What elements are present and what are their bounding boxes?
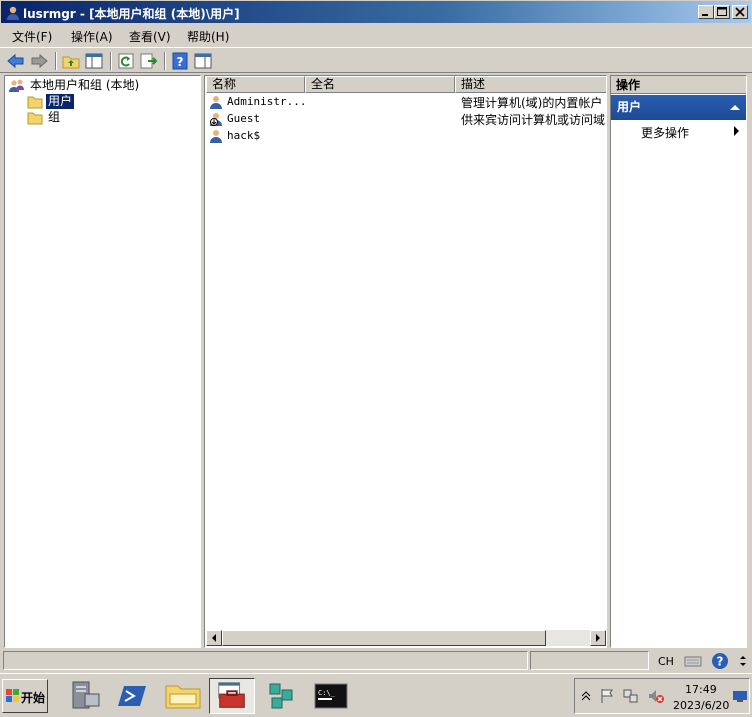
triangle-right-icon	[596, 634, 600, 642]
collapse-caret-icon[interactable]	[730, 103, 740, 111]
properties-icon[interactable]	[193, 52, 213, 70]
svg-text:?: ?	[717, 655, 724, 669]
disabled-user-icon	[210, 113, 222, 126]
folder-icon	[27, 112, 43, 125]
keyboard-icon[interactable]	[684, 653, 702, 669]
menu-action[interactable]: 操作(A)	[71, 28, 113, 45]
window-title: lusrmgr - [本地用户和组 (本地)\用户]	[23, 7, 240, 21]
maximize-button[interactable]	[714, 5, 730, 19]
list-item[interactable]: hack$	[207, 128, 605, 145]
scroll-thumb[interactable]	[222, 630, 546, 646]
title-bar[interactable]: lusrmgr - [本地用户和组 (本地)\用户]	[0, 0, 752, 24]
actions-pane: 操作 用户 更多操作	[610, 75, 747, 648]
help-icon[interactable]: ?	[170, 52, 190, 70]
explorer-icon[interactable]	[160, 678, 206, 714]
users-groups-icon	[9, 79, 24, 92]
clock-date[interactable]: 2023/6/20	[673, 699, 729, 712]
results-list: 名称 全名 描述 Administr... 管理计算机(域)的内置帐户 Gues…	[204, 75, 607, 648]
toolbar-separator	[110, 52, 112, 70]
tree-item-label: 用户	[46, 94, 75, 109]
user-name: Guest	[227, 112, 261, 125]
taskbar-button-lusrmgr[interactable]	[209, 678, 255, 714]
toolbox-icon	[218, 682, 245, 708]
show-hidden-icons-icon[interactable]	[581, 691, 591, 701]
actions-header: 操作	[611, 76, 746, 94]
toolbar: ?	[0, 47, 752, 73]
menu-bar: 文件(F) 操作(A) 查看(V) 帮助(H)	[0, 24, 752, 46]
start-button[interactable]: 开始	[2, 679, 48, 713]
triangle-left-icon	[212, 634, 216, 642]
minimize-button[interactable]	[698, 5, 714, 19]
status-cell-secondary	[530, 651, 649, 670]
refresh-icon[interactable]	[116, 52, 136, 70]
tree-item-label: 组	[48, 110, 61, 124]
status-cell-main	[3, 651, 528, 670]
up-folder-icon[interactable]	[61, 52, 81, 70]
user-description: 管理计算机(域)的内置帐户	[461, 96, 603, 110]
actions-section-label: 用户	[617, 100, 642, 114]
cmd-icon[interactable]: C:\_	[308, 678, 354, 714]
user-description: 供来宾访问计算机或访问域	[461, 113, 606, 127]
server-manager-icon[interactable]	[63, 678, 109, 714]
powershell-icon[interactable]	[110, 678, 156, 714]
user-icon	[210, 130, 222, 143]
close-button[interactable]	[732, 5, 748, 19]
back-arrow-icon[interactable]	[6, 52, 26, 70]
user-icon	[210, 96, 222, 109]
start-label: 开始	[21, 691, 46, 705]
scroll-right-button[interactable]	[590, 630, 606, 646]
console-tree: 本地用户和组 (本地) 用户 组	[4, 75, 201, 648]
tree-root-label: 本地用户和组 (本地)	[30, 78, 140, 92]
help-circle-icon[interactable]: ?	[711, 652, 729, 670]
show-desktop-icon[interactable]	[733, 691, 747, 703]
flag-icon[interactable]	[599, 688, 615, 704]
user-name: Administr...	[227, 95, 307, 108]
list-item[interactable]: Guest 供来宾访问计算机或访问域	[207, 111, 605, 128]
column-header-name[interactable]: 名称	[206, 76, 305, 93]
folder-icon	[27, 96, 43, 109]
column-header-description[interactable]: 描述	[455, 76, 606, 93]
toolbar-separator	[55, 52, 57, 70]
more-actions-item[interactable]: 更多操作	[641, 124, 689, 141]
list-item[interactable]: Administr... 管理计算机(域)的内置帐户	[207, 94, 605, 111]
scroll-left-button[interactable]	[206, 630, 222, 646]
status-bar: CH ?	[0, 650, 752, 672]
volume-muted-icon[interactable]	[647, 688, 665, 704]
users-window-icon	[7, 6, 19, 20]
forward-arrow-icon[interactable]	[29, 52, 49, 70]
show-hide-tree-icon[interactable]	[84, 52, 104, 70]
submenu-arrow-icon	[734, 126, 739, 136]
menu-help[interactable]: 帮助(H)	[187, 28, 229, 45]
input-language-indicator[interactable]: CH	[658, 655, 674, 668]
notification-area: 17:49 2023/6/20	[574, 678, 750, 714]
options-caret-icon[interactable]	[739, 654, 747, 668]
clock-time[interactable]: 17:49	[685, 683, 717, 696]
toolbar-separator	[164, 52, 166, 70]
menu-file[interactable]: 文件(F)	[12, 28, 52, 45]
user-name: hack$	[227, 129, 261, 142]
menu-view[interactable]: 查看(V)	[129, 28, 171, 45]
network-icon[interactable]	[258, 678, 304, 714]
svg-text:?: ?	[177, 55, 184, 69]
actions-section-users[interactable]: 用户	[611, 95, 746, 120]
taskbar: 开始 C:\_ 17:49 2023/6/20	[0, 673, 752, 717]
windows-logo-icon	[6, 689, 19, 702]
network-tray-icon[interactable]	[623, 688, 639, 704]
svg-text:C:\_: C:\_	[318, 689, 336, 697]
horizontal-scrollbar[interactable]	[206, 630, 606, 646]
export-list-icon[interactable]	[139, 52, 159, 70]
close-icon	[735, 7, 745, 17]
column-header-fullname[interactable]: 全名	[305, 76, 455, 93]
